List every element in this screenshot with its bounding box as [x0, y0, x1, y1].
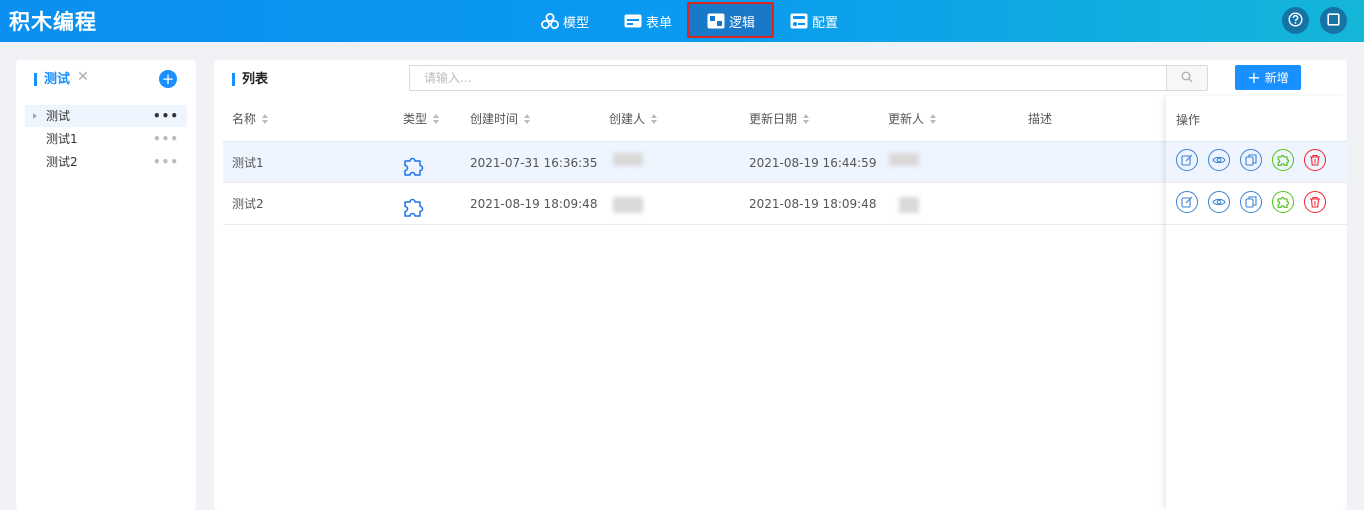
- nav-label: 模型: [563, 15, 590, 31]
- add-tree-button[interactable]: +: [159, 70, 177, 88]
- delete-button[interactable]: [1304, 149, 1326, 171]
- tree-item-label: 测试2: [46, 155, 78, 169]
- puzzle-icon: [403, 193, 425, 217]
- cell-updated: 2021-08-19 16:44:59: [749, 156, 877, 170]
- view-button[interactable]: [1208, 149, 1230, 171]
- plus-icon: +: [1247, 67, 1261, 87]
- actions-column: 操作: [1166, 96, 1347, 510]
- copy-button[interactable]: [1240, 191, 1262, 213]
- copy-icon: [1245, 196, 1257, 208]
- logic-icon: [707, 13, 725, 29]
- sort-icon[interactable]: [930, 113, 937, 124]
- delete-button[interactable]: [1304, 191, 1326, 213]
- cell-created: 2021-08-19 18:09:48: [470, 197, 598, 211]
- edit-button[interactable]: [1176, 191, 1198, 213]
- sort-icon[interactable]: [433, 113, 440, 124]
- tree-item[interactable]: 测试1 •••: [25, 128, 187, 150]
- search-icon: [1181, 71, 1193, 86]
- column-header-label: 名称: [232, 112, 257, 126]
- column-header-name[interactable]: 名称: [232, 110, 269, 127]
- fullscreen-button[interactable]: [1320, 7, 1347, 34]
- puzzle-icon: [1277, 154, 1289, 166]
- left-tree-panel: 测试 ✕ + 测试 ••• 测试1 ••• 测试2 •••: [16, 60, 196, 510]
- column-header-desc: 描述: [1028, 110, 1052, 127]
- help-icon: [1288, 11, 1303, 30]
- more-icon[interactable]: •••: [153, 105, 179, 127]
- delete-icon: [1310, 154, 1320, 166]
- plus-icon: +: [161, 69, 175, 88]
- column-header-label: 类型: [403, 112, 428, 126]
- list-panel: 列表 + 新增 名称 类型 创建时间 创建人 更新日期 更新人 描述 测试1 2…: [214, 60, 1347, 510]
- cell-created: 2021-07-31 16:36:35: [470, 156, 598, 170]
- edit-icon: [1181, 154, 1193, 166]
- more-icon[interactable]: •••: [153, 151, 179, 173]
- column-header-updated[interactable]: 更新日期: [749, 110, 810, 127]
- column-header-updater[interactable]: 更新人: [888, 110, 937, 127]
- redacted-updater: [889, 153, 919, 166]
- sort-icon[interactable]: [262, 113, 269, 124]
- sort-icon[interactable]: [524, 113, 531, 124]
- delete-icon: [1310, 196, 1320, 208]
- edit-button[interactable]: [1176, 149, 1198, 171]
- more-icon[interactable]: •••: [153, 128, 179, 150]
- copy-icon: [1245, 154, 1257, 166]
- form-icon: [624, 13, 642, 29]
- puzzle-action-button[interactable]: [1272, 149, 1294, 171]
- nav-label: 表单: [646, 15, 673, 31]
- add-button-label: 新增: [1264, 71, 1289, 85]
- cell-updated: 2021-08-19 18:09:48: [749, 197, 877, 211]
- left-tab-label[interactable]: 测试: [34, 73, 70, 86]
- edit-icon: [1181, 196, 1193, 208]
- redacted-creator: [613, 153, 643, 166]
- puzzle-icon: [1277, 196, 1289, 208]
- sort-icon[interactable]: [651, 113, 658, 124]
- copy-button[interactable]: [1240, 149, 1262, 171]
- caret-right-icon[interactable]: [33, 113, 37, 119]
- redacted-updater: [899, 197, 919, 213]
- view-button[interactable]: [1208, 191, 1230, 213]
- search-button[interactable]: [1166, 66, 1207, 90]
- close-tab-icon[interactable]: ✕: [77, 69, 89, 85]
- column-header-created[interactable]: 创建时间: [470, 110, 531, 127]
- cell-name: 测试1: [232, 156, 264, 170]
- column-header-creator[interactable]: 创建人: [609, 110, 658, 127]
- list-title: 列表: [232, 73, 268, 86]
- puzzle-icon: [403, 152, 425, 176]
- nav-label: 配置: [812, 15, 839, 31]
- redacted-creator: [613, 197, 643, 213]
- tree-item-label: 测试1: [46, 132, 78, 146]
- config-icon: [790, 13, 808, 29]
- top-bar: 积木编程 模型 表单 逻辑 配置: [0, 0, 1364, 42]
- column-header-label: 描述: [1028, 112, 1053, 126]
- column-header-type[interactable]: 类型: [403, 110, 440, 127]
- view-icon: [1212, 198, 1226, 206]
- nav-label: 逻辑: [729, 15, 756, 31]
- nav-item-model[interactable]: 模型: [541, 0, 589, 42]
- app-title: 积木编程: [9, 10, 97, 34]
- puzzle-action-button[interactable]: [1272, 191, 1294, 213]
- tree-item[interactable]: 测试 •••: [25, 105, 187, 127]
- cell-name: 测试2: [232, 197, 264, 211]
- search-input[interactable]: [410, 66, 1165, 90]
- nav-item-form[interactable]: 表单: [624, 0, 672, 42]
- column-header-actions: 操作: [1176, 113, 1201, 127]
- column-header-label: 更新人: [888, 112, 925, 126]
- column-header-label: 创建人: [609, 112, 646, 126]
- column-header-label: 更新日期: [749, 112, 798, 126]
- search-box: [409, 65, 1208, 91]
- model-icon: [541, 13, 559, 29]
- tree-item[interactable]: 测试2 •••: [25, 151, 187, 173]
- column-header-label: 创建时间: [470, 112, 519, 126]
- nav-item-logic[interactable]: 逻辑: [707, 0, 755, 42]
- tree-item-label: 测试: [46, 109, 71, 123]
- view-icon: [1212, 156, 1226, 164]
- fullscreen-icon: [1327, 12, 1340, 29]
- nav-item-config[interactable]: 配置: [790, 0, 838, 42]
- help-button[interactable]: [1282, 7, 1309, 34]
- add-button[interactable]: + 新增: [1235, 65, 1301, 90]
- sort-icon[interactable]: [803, 113, 810, 124]
